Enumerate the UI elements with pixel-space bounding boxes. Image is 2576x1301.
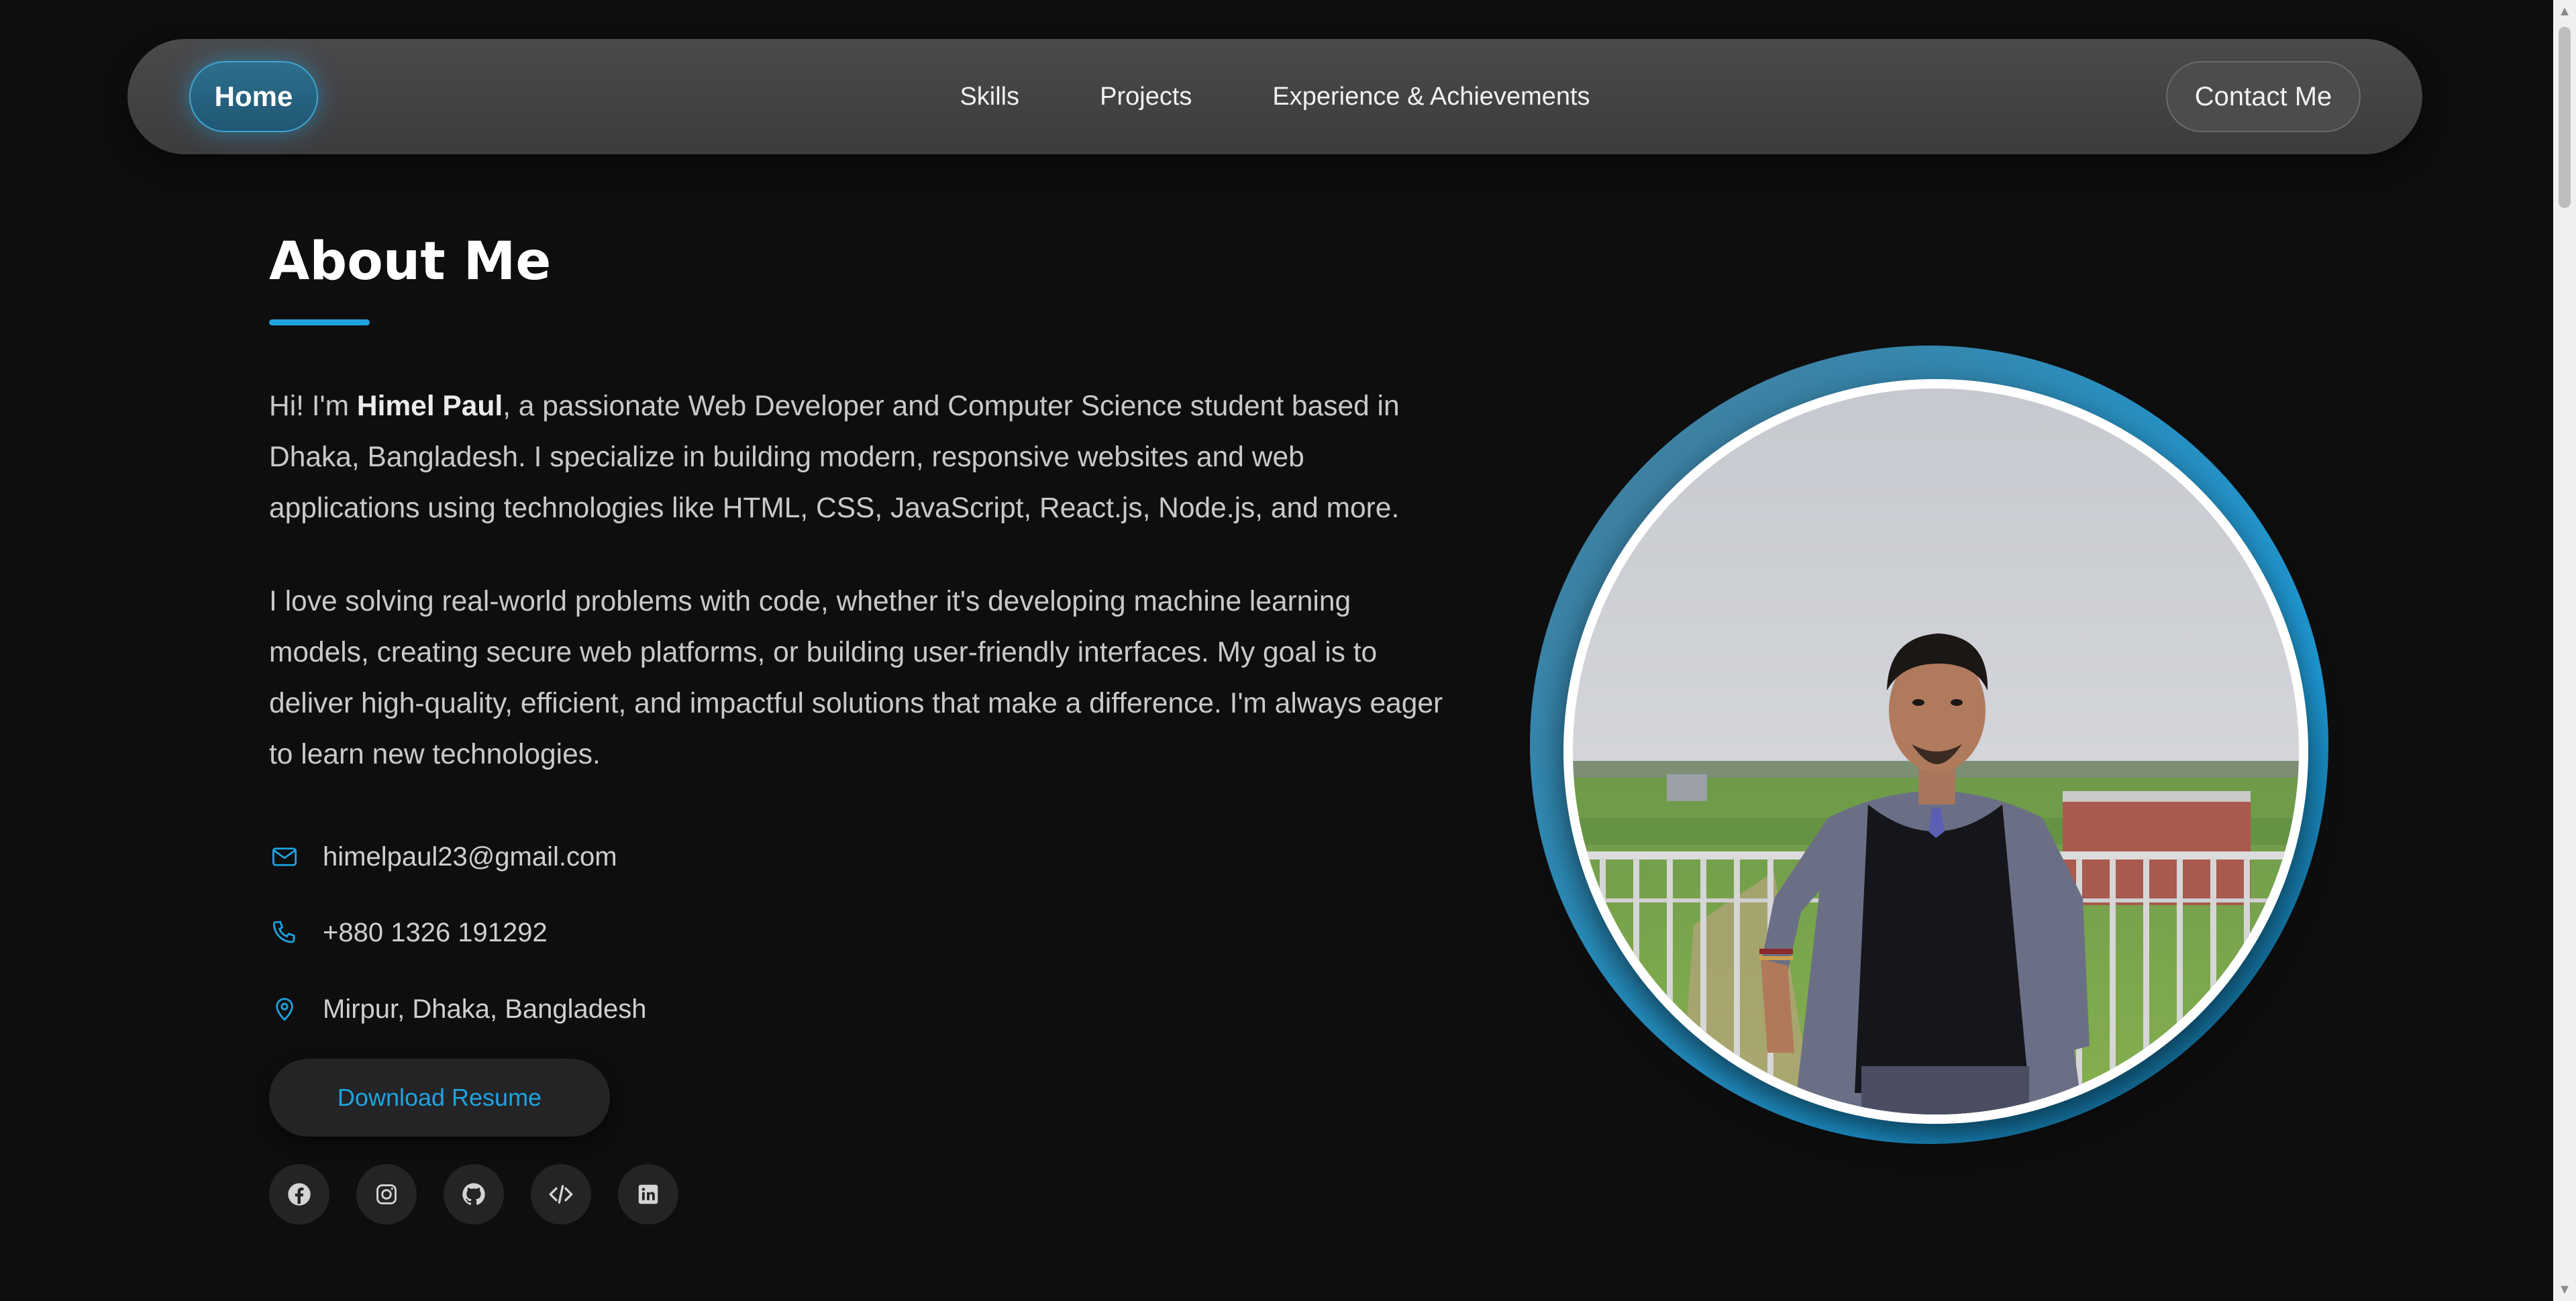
about-title: About Me xyxy=(269,231,552,292)
nav-link-projects[interactable]: Projects xyxy=(1100,83,1192,111)
intro-greeting: Hi! I'm xyxy=(269,391,357,422)
page: Home Skills Projects Experience & Achiev… xyxy=(0,0,2576,1301)
contact-me-button[interactable]: Contact Me xyxy=(2166,61,2361,132)
photo-frame xyxy=(1563,379,2308,1124)
about-name: Himel Paul xyxy=(356,391,503,422)
nav-home-button[interactable]: Home xyxy=(189,61,318,132)
nav-links: Skills Projects Experience & Achievement… xyxy=(127,39,2422,154)
contact-email-row: himelpaul23@gmail.com xyxy=(269,837,617,877)
facebook-icon[interactable] xyxy=(269,1164,329,1225)
scroll-down-arrow-icon[interactable]: ▼ xyxy=(2553,1278,2576,1301)
about-paragraph-2: I love solving real-world problems with … xyxy=(269,586,1443,770)
scroll-up-arrow-icon[interactable]: ▲ xyxy=(2553,0,2576,23)
profile-photo xyxy=(1573,388,2299,1114)
about-paragraph-1: Hi! I'm Himel Paul, a passionate Web Dev… xyxy=(269,381,1450,534)
navbar: Home Skills Projects Experience & Achiev… xyxy=(127,39,2422,154)
scrollbar-thumb[interactable] xyxy=(2559,27,2571,208)
contact-email[interactable]: himelpaul23@gmail.com xyxy=(323,842,617,872)
download-resume-button[interactable]: Download Resume xyxy=(269,1059,610,1137)
nav-link-skills[interactable]: Skills xyxy=(960,83,1019,111)
instagram-icon[interactable] xyxy=(356,1164,417,1225)
contact-phone-row: +880 1326 191292 xyxy=(269,913,548,953)
code-icon[interactable] xyxy=(531,1164,591,1225)
contact-location-row: Mirpur, Dhaka, Bangladesh xyxy=(269,989,647,1029)
social-links xyxy=(269,1164,678,1225)
contact-phone[interactable]: +880 1326 191292 xyxy=(323,918,548,948)
linkedin-icon[interactable] xyxy=(618,1164,678,1225)
phone-icon xyxy=(269,917,300,948)
title-underline xyxy=(269,319,370,325)
github-icon[interactable] xyxy=(444,1164,504,1225)
mail-icon xyxy=(269,841,300,872)
scrollbar[interactable]: ▲ ▼ xyxy=(2553,0,2576,1301)
nav-link-experience[interactable]: Experience & Achievements xyxy=(1272,83,1590,111)
contact-location: Mirpur, Dhaka, Bangladesh xyxy=(323,994,647,1024)
profile-photo-container xyxy=(1530,346,2328,1144)
location-pin-icon xyxy=(269,994,300,1025)
